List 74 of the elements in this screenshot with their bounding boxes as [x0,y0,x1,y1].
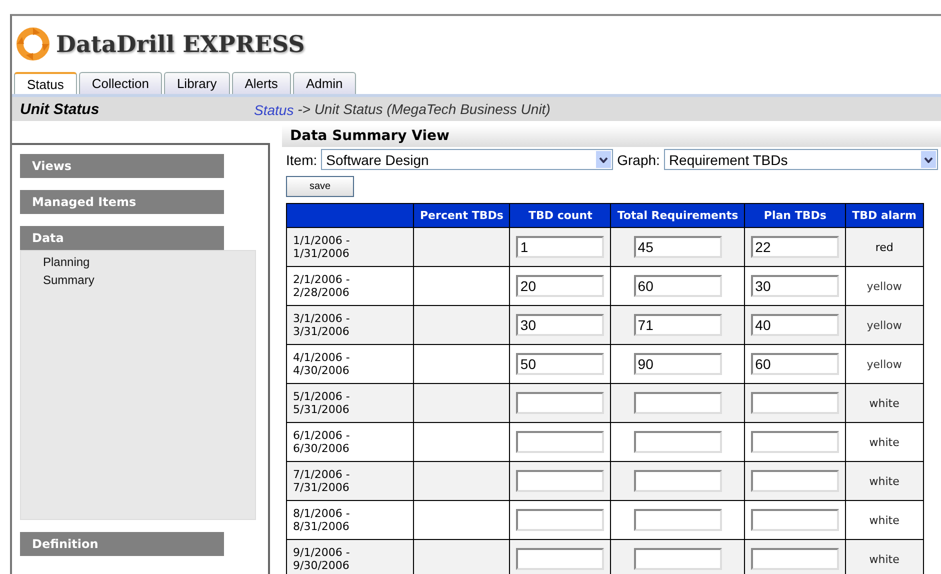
value-field[interactable]: 30 [516,314,604,336]
graph-select[interactable]: Requirement TBDs [664,149,938,170]
value-field[interactable]: 50 [516,353,604,375]
sidebar-item[interactable]: Planning [43,255,255,269]
value-field[interactable] [634,548,722,570]
period-cell: 6/1/2006 - 6/30/2006 [286,422,414,462]
value-field[interactable] [516,470,604,492]
breadcrumb-link[interactable]: Status [254,100,294,118]
period-cell: 8/1/2006 - 8/31/2006 [286,500,414,540]
breadcrumb-text: -> Unit Status (MegaTech Business Unit) [296,101,550,117]
value-field[interactable] [751,548,840,570]
nav-tab[interactable]: Alerts [232,72,291,94]
sidebar-section-header[interactable]: Views [20,154,224,178]
value-field[interactable]: 45 [634,236,722,258]
period-cell: 1/1/2006 - 1/31/2006 [286,228,414,266]
period-cell: 2/1/2006 - 2/28/2006 [286,266,414,306]
value-field[interactable]: 71 [634,314,722,336]
sidebar-section-header[interactable]: Managed Items [20,190,224,214]
sidebar-section-header[interactable]: Definition [20,532,224,556]
value-field[interactable]: 22 [751,236,840,258]
value-field[interactable]: 20 [516,275,604,297]
column-header: TBD count [510,204,611,228]
caret-icon [920,151,936,168]
view-title: Data Summary View [282,125,941,147]
value-field[interactable] [751,431,840,453]
alarm-cell: yellow [846,344,924,384]
logo-icon [16,27,50,61]
column-header: TBD alarm [846,204,924,228]
column-header: Percent TBDs [414,204,510,228]
nav-tab[interactable]: Status [14,72,77,94]
value-field[interactable]: 40 [751,314,840,336]
column-header: Plan TBDs [744,204,846,228]
value-field[interactable] [634,392,722,414]
column-header: Total Requirements [610,204,745,228]
alarm-cell: white [846,500,924,540]
period-cell: 5/1/2006 - 5/31/2006 [286,384,414,422]
value-field[interactable] [516,431,604,453]
alarm-cell: white [846,422,924,462]
value-field[interactable]: 1 [516,236,604,258]
period-cell: 4/1/2006 - 4/30/2006 [286,344,414,384]
value-field[interactable] [634,431,722,453]
value-field[interactable] [516,509,604,531]
period-cell: 7/1/2006 - 7/31/2006 [286,462,414,500]
value-field[interactable] [516,548,604,570]
page-title: Unit Status [19,100,100,118]
alarm-cell: white [846,384,924,422]
nav-tab[interactable]: Collection [78,72,162,94]
item-select[interactable]: Software Design [321,149,614,170]
alarm-cell: yellow [846,306,924,344]
alarm-cell: red [846,228,924,266]
alarm-cell: white [846,462,924,500]
nav-tab[interactable]: Admin [292,72,356,94]
app-title: DataDrill EXPRESS [56,30,305,58]
save-button[interactable]: save [286,176,354,197]
value-field[interactable] [751,509,840,531]
value-field[interactable] [751,470,840,492]
alarm-cell: white [846,540,924,574]
value-field[interactable] [634,470,722,492]
value-field[interactable] [751,392,840,414]
sidebar-item[interactable]: Summary [43,273,255,287]
value-field[interactable]: 60 [751,353,840,375]
period-cell: 3/1/2006 - 3/31/2006 [286,306,414,344]
item-label: Item: [286,152,318,168]
graph-label: Graph: [617,152,660,168]
value-field[interactable]: 60 [634,275,722,297]
sidebar-section-header[interactable]: Data [20,226,224,250]
value-field[interactable]: 90 [634,353,722,375]
value-field[interactable]: 30 [751,275,840,297]
nav-tab[interactable]: Library [164,72,230,94]
caret-icon [596,151,612,168]
value-field[interactable] [634,509,722,531]
alarm-cell: yellow [846,266,924,306]
period-cell: 9/1/2006 - 9/30/2006 [286,540,414,574]
value-field[interactable] [516,392,604,414]
